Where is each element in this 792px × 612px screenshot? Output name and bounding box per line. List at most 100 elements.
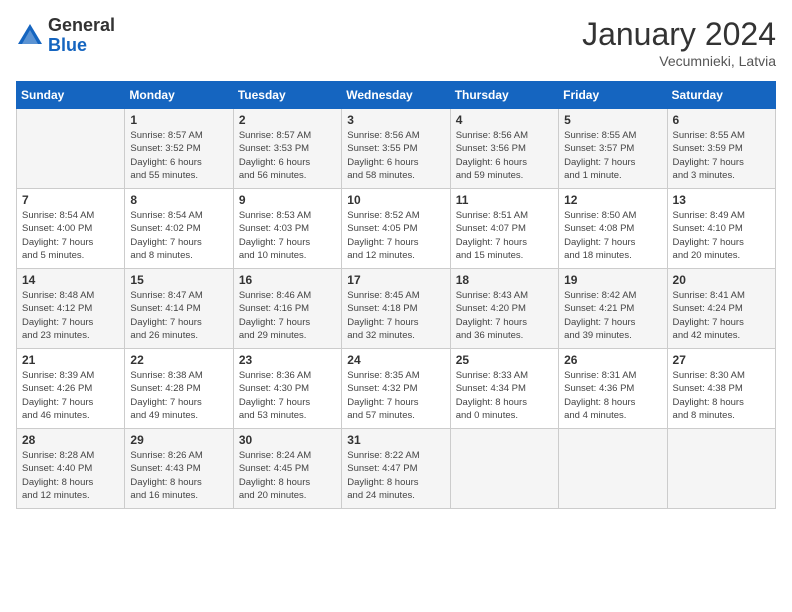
weekday-header-wednesday: Wednesday bbox=[342, 82, 450, 109]
calendar-cell: 13Sunrise: 8:49 AMSunset: 4:10 PMDayligh… bbox=[667, 189, 775, 269]
calendar-week-row: 7 Sunrise: 8:54 AMSunset: 4:00 PMDaylight… bbox=[17, 189, 776, 269]
day-number: 29 bbox=[130, 433, 227, 447]
calendar-cell: 8 Sunrise: 8:54 AMSunset: 4:02 PMDaylight… bbox=[125, 189, 233, 269]
day-number: 19 bbox=[564, 273, 661, 287]
calendar-cell: 14 Sunrise: 8:48 AMSunset: 4:12 PMDayligh… bbox=[17, 269, 125, 349]
day-number: 7 bbox=[22, 193, 119, 207]
logo-general: General bbox=[48, 16, 115, 36]
calendar-cell: 16 Sunrise: 8:46 AMSunset: 4:16 PMDayligh… bbox=[233, 269, 341, 349]
day-number: 6 bbox=[673, 113, 770, 127]
weekday-header-saturday: Saturday bbox=[667, 82, 775, 109]
calendar-cell: 9 Sunrise: 8:53 AMSunset: 4:03 PMDaylight… bbox=[233, 189, 341, 269]
day-number: 4 bbox=[456, 113, 553, 127]
day-info: Sunrise: 8:35 AMSunset: 4:32 PMDaylight:… bbox=[347, 369, 444, 422]
day-number: 8 bbox=[130, 193, 227, 207]
day-info: Sunrise: 8:31 AMSunset: 4:36 PMDaylight:… bbox=[564, 369, 661, 422]
weekday-header-row: SundayMondayTuesdayWednesdayThursdayFrid… bbox=[17, 82, 776, 109]
day-info: Sunrise: 8:55 AMSunset: 3:57 PMDaylight:… bbox=[564, 129, 661, 182]
calendar-cell: 28 Sunrise: 8:28 AMSunset: 4:40 PMDayligh… bbox=[17, 429, 125, 509]
day-info: Sunrise: 8:51 AMSunset: 4:07 PMDaylight:… bbox=[456, 209, 553, 262]
day-number: 30 bbox=[239, 433, 336, 447]
day-number: 25 bbox=[456, 353, 553, 367]
weekday-header-tuesday: Tuesday bbox=[233, 82, 341, 109]
calendar-cell: 27 Sunrise: 8:30 AMSunset: 4:38 PMDayligh… bbox=[667, 349, 775, 429]
day-number: 26 bbox=[564, 353, 661, 367]
day-info: Sunrise: 8:46 AMSunset: 4:16 PMDaylight:… bbox=[239, 289, 336, 342]
day-info: Sunrise: 8:45 AMSunset: 4:18 PMDaylight:… bbox=[347, 289, 444, 342]
day-info: Sunrise: 8:42 AMSunset: 4:21 PMDaylight:… bbox=[564, 289, 661, 342]
calendar-cell: 22 Sunrise: 8:38 AMSunset: 4:28 PMDayligh… bbox=[125, 349, 233, 429]
month-year-title: January 2024 bbox=[582, 16, 776, 53]
calendar-week-row: 21 Sunrise: 8:39 AMSunset: 4:26 PMDayligh… bbox=[17, 349, 776, 429]
logo: General Blue bbox=[16, 16, 115, 56]
day-info: Sunrise: 8:52 AMSunset: 4:05 PMDaylight:… bbox=[347, 209, 444, 262]
calendar-cell: 5 Sunrise: 8:55 AMSunset: 3:57 PMDaylight… bbox=[559, 109, 667, 189]
day-number: 15 bbox=[130, 273, 227, 287]
day-number: 9 bbox=[239, 193, 336, 207]
calendar-cell: 21 Sunrise: 8:39 AMSunset: 4:26 PMDayligh… bbox=[17, 349, 125, 429]
day-number: 28 bbox=[22, 433, 119, 447]
calendar-cell: 4 Sunrise: 8:56 AMSunset: 3:56 PMDaylight… bbox=[450, 109, 558, 189]
calendar-cell: 3 Sunrise: 8:56 AMSunset: 3:55 PMDaylight… bbox=[342, 109, 450, 189]
day-number: 20 bbox=[673, 273, 770, 287]
calendar-cell: 15Sunrise: 8:47 AMSunset: 4:14 PMDayligh… bbox=[125, 269, 233, 349]
calendar-cell bbox=[17, 109, 125, 189]
calendar-week-row: 28 Sunrise: 8:28 AMSunset: 4:40 PMDayligh… bbox=[17, 429, 776, 509]
weekday-header-monday: Monday bbox=[125, 82, 233, 109]
title-block: January 2024 Vecumnieki, Latvia bbox=[582, 16, 776, 69]
day-info: Sunrise: 8:53 AMSunset: 4:03 PMDaylight:… bbox=[239, 209, 336, 262]
day-number: 1 bbox=[130, 113, 227, 127]
page-header: General Blue January 2024 Vecumnieki, La… bbox=[16, 16, 776, 69]
day-info: Sunrise: 8:57 AMSunset: 3:52 PMDaylight:… bbox=[130, 129, 227, 182]
calendar-cell: 25 Sunrise: 8:33 AMSunset: 4:34 PMDayligh… bbox=[450, 349, 558, 429]
day-number: 14 bbox=[22, 273, 119, 287]
calendar-cell: 31 Sunrise: 8:22 AMSunset: 4:47 PMDayligh… bbox=[342, 429, 450, 509]
day-info: Sunrise: 8:54 AMSunset: 4:02 PMDaylight:… bbox=[130, 209, 227, 262]
calendar-cell: 23Sunrise: 8:36 AMSunset: 4:30 PMDayligh… bbox=[233, 349, 341, 429]
day-number: 24 bbox=[347, 353, 444, 367]
day-info: Sunrise: 8:33 AMSunset: 4:34 PMDaylight:… bbox=[456, 369, 553, 422]
day-info: Sunrise: 8:54 AMSunset: 4:00 PMDaylight:… bbox=[22, 209, 119, 262]
calendar-cell: 26 Sunrise: 8:31 AMSunset: 4:36 PMDayligh… bbox=[559, 349, 667, 429]
day-number: 18 bbox=[456, 273, 553, 287]
calendar-cell: 19 Sunrise: 8:42 AMSunset: 4:21 PMDayligh… bbox=[559, 269, 667, 349]
location-subtitle: Vecumnieki, Latvia bbox=[582, 53, 776, 69]
calendar-table: SundayMondayTuesdayWednesdayThursdayFrid… bbox=[16, 81, 776, 509]
calendar-cell: 29 Sunrise: 8:26 AMSunset: 4:43 PMDayligh… bbox=[125, 429, 233, 509]
day-info: Sunrise: 8:28 AMSunset: 4:40 PMDaylight:… bbox=[22, 449, 119, 502]
day-info: Sunrise: 8:56 AMSunset: 3:56 PMDaylight:… bbox=[456, 129, 553, 182]
day-info: Sunrise: 8:50 AMSunset: 4:08 PMDaylight:… bbox=[564, 209, 661, 262]
day-number: 5 bbox=[564, 113, 661, 127]
weekday-header-thursday: Thursday bbox=[450, 82, 558, 109]
weekday-header-sunday: Sunday bbox=[17, 82, 125, 109]
day-number: 12 bbox=[564, 193, 661, 207]
calendar-cell: 18Sunrise: 8:43 AMSunset: 4:20 PMDayligh… bbox=[450, 269, 558, 349]
day-number: 23 bbox=[239, 353, 336, 367]
day-number: 10 bbox=[347, 193, 444, 207]
day-info: Sunrise: 8:38 AMSunset: 4:28 PMDaylight:… bbox=[130, 369, 227, 422]
day-number: 3 bbox=[347, 113, 444, 127]
day-number: 22 bbox=[130, 353, 227, 367]
day-info: Sunrise: 8:48 AMSunset: 4:12 PMDaylight:… bbox=[22, 289, 119, 342]
day-number: 17 bbox=[347, 273, 444, 287]
day-info: Sunrise: 8:41 AMSunset: 4:24 PMDaylight:… bbox=[673, 289, 770, 342]
logo-icon bbox=[16, 22, 44, 50]
calendar-cell: 10 Sunrise: 8:52 AMSunset: 4:05 PMDayligh… bbox=[342, 189, 450, 269]
day-info: Sunrise: 8:39 AMSunset: 4:26 PMDaylight:… bbox=[22, 369, 119, 422]
calendar-week-row: 14 Sunrise: 8:48 AMSunset: 4:12 PMDayligh… bbox=[17, 269, 776, 349]
day-number: 21 bbox=[22, 353, 119, 367]
calendar-cell: 20 Sunrise: 8:41 AMSunset: 4:24 PMDayligh… bbox=[667, 269, 775, 349]
day-info: Sunrise: 8:26 AMSunset: 4:43 PMDaylight:… bbox=[130, 449, 227, 502]
logo-blue: Blue bbox=[48, 36, 115, 56]
calendar-cell: 11Sunrise: 8:51 AMSunset: 4:07 PMDayligh… bbox=[450, 189, 558, 269]
calendar-cell: 17 Sunrise: 8:45 AMSunset: 4:18 PMDayligh… bbox=[342, 269, 450, 349]
calendar-cell: 6Sunrise: 8:55 AMSunset: 3:59 PMDaylight… bbox=[667, 109, 775, 189]
day-number: 27 bbox=[673, 353, 770, 367]
day-info: Sunrise: 8:22 AMSunset: 4:47 PMDaylight:… bbox=[347, 449, 444, 502]
day-info: Sunrise: 8:30 AMSunset: 4:38 PMDaylight:… bbox=[673, 369, 770, 422]
day-number: 31 bbox=[347, 433, 444, 447]
day-info: Sunrise: 8:56 AMSunset: 3:55 PMDaylight:… bbox=[347, 129, 444, 182]
day-number: 16 bbox=[239, 273, 336, 287]
logo-text: General Blue bbox=[48, 16, 115, 56]
calendar-week-row: 1 Sunrise: 8:57 AMSunset: 3:52 PMDaylight… bbox=[17, 109, 776, 189]
